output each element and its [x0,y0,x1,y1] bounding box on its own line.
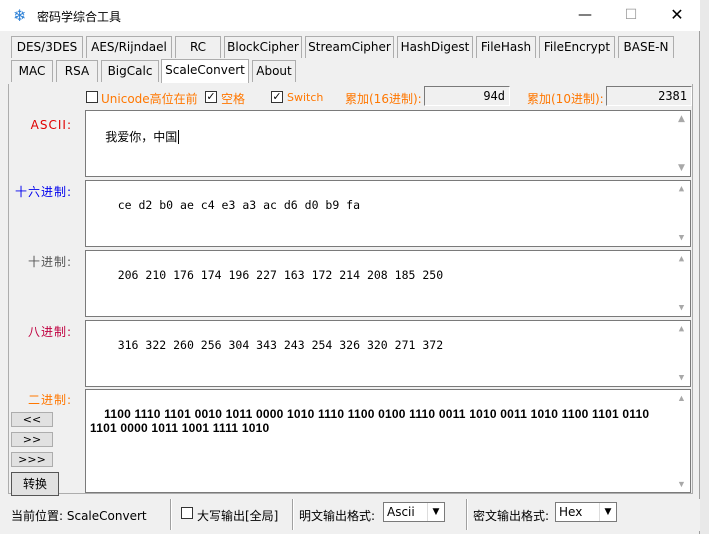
scroll-down-icon[interactable]: ▼ [674,231,689,245]
dec-scrollbar[interactable]: ▲ ▼ [674,252,689,315]
sum-dec-label: 累加(10进制): [527,92,604,106]
hex-textarea[interactable]: ce d2 b0 ae c4 e3 a3 ac d6 d0 b9 fa ▲ ▼ [85,180,691,247]
oct-textarea[interactable]: 316 322 260 256 304 343 243 254 326 320 … [85,320,691,387]
scroll-up-icon[interactable]: ▲ [674,252,689,266]
cipher-format-value: Hex [559,505,583,519]
title-bar: ❄ 密码学综合工具 — ☐ ✕ [0,0,700,31]
oct-text: 316 322 260 256 304 343 243 254 326 320 … [117,338,444,352]
bin-scrollbar[interactable]: ▲ ▼ [674,391,689,491]
tab-base-n[interactable]: BASE-N [618,36,674,58]
status-separator [170,499,172,530]
tab-bigcalc[interactable]: BigCalc [101,60,159,82]
next-button[interactable]: >> [11,432,53,447]
tab-rc[interactable]: RC [175,36,221,58]
scroll-up-icon[interactable]: ▲ [674,391,689,405]
scroll-up-icon[interactable]: ▲ [674,182,689,196]
maximize-button[interactable]: ☐ [608,0,654,31]
status-separator [292,499,294,530]
snowflake-icon: ❄ [13,6,27,25]
window-title: 密码学综合工具 [37,10,122,24]
cipher-format-select[interactable]: Hex ▼ [555,502,617,522]
scroll-down-icon[interactable]: ▼ [674,161,689,175]
minimize-button[interactable]: — [562,0,608,31]
bin-label: 二进制: [27,393,72,407]
scroll-up-icon[interactable]: ▲ [674,322,689,336]
current-position: 当前位置: ScaleConvert [11,509,147,523]
tab-about[interactable]: About [252,60,296,82]
tab-filehash[interactable]: FileHash [476,36,536,58]
tab-rsa[interactable]: RSA [56,60,98,82]
hex-label: 十六进制: [14,185,72,199]
sum-hex-value: 94d [424,86,510,106]
prev-button[interactable]: << [11,412,53,427]
chevron-down-icon[interactable]: ▼ [599,503,616,521]
tab-scaleconvert[interactable]: ScaleConvert [161,59,249,83]
dec-textarea[interactable]: 206 210 176 174 196 227 163 172 214 208 … [85,250,691,317]
chevron-down-icon[interactable]: ▼ [427,503,444,521]
main-window: ❄ 密码学综合工具 — ☐ ✕ DES/3DES AES/Rijndael RC… [0,0,700,534]
scroll-down-icon[interactable]: ▼ [674,371,689,385]
unicode-high-first-checkbox[interactable] [86,91,98,103]
dec-text: 206 210 176 174 196 227 163 172 214 208 … [117,268,444,282]
tab-des-3des[interactable]: DES/3DES [11,36,83,58]
hex-scrollbar[interactable]: ▲ ▼ [674,182,689,245]
status-separator [466,499,468,530]
bin-text: 1100 1110 1101 0010 1011 0000 1010 1110 … [90,407,653,435]
ascii-text: 我爱你，中国 [105,130,178,144]
tab-streamcipher[interactable]: StreamCipher [305,36,394,58]
switch-label: Switch [287,91,324,104]
switch-checkbox[interactable]: ✓ [271,91,283,103]
sum-hex-label: 累加(16进制): [345,92,422,106]
unicode-high-first-label: Unicode高位在前 [101,92,198,106]
ascii-scrollbar[interactable]: ▲ ▼ [674,112,689,175]
last-button[interactable]: >>> [11,452,53,467]
background-window-edge [700,0,709,534]
tab-blockcipher[interactable]: BlockCipher [224,36,302,58]
oct-scrollbar[interactable]: ▲ ▼ [674,322,689,385]
tab-fileencrypt[interactable]: FileEncrypt [539,36,615,58]
scroll-down-icon[interactable]: ▼ [674,477,689,491]
space-label: 空格 [221,92,246,106]
tab-hashdigest[interactable]: HashDigest [397,36,473,58]
oct-label: 八进制: [27,325,72,339]
plain-format-select[interactable]: Ascii ▼ [383,502,445,522]
bin-textarea[interactable]: 1100 1110 1101 0010 1011 0000 1010 1110 … [85,389,691,493]
convert-button[interactable]: 转换 [11,472,59,496]
cipher-format-label: 密文输出格式: [473,509,550,523]
hex-text: ce d2 b0 ae c4 e3 a3 ac d6 d0 b9 fa [117,198,361,212]
plain-format-value: Ascii [387,505,415,519]
tab-aes-rijndael[interactable]: AES/Rijndael [86,36,172,58]
uppercase-output-checkbox[interactable] [181,507,193,519]
ascii-textarea[interactable]: 我爱你，中国 ▲ ▼ [85,110,691,177]
ascii-label: ASCII: [30,118,72,132]
uppercase-output-label: 大写输出[全局] [197,509,279,523]
tab-mac[interactable]: MAC [11,60,53,82]
scroll-down-icon[interactable]: ▼ [674,301,689,315]
sum-dec-value: 2381 [606,86,692,106]
dec-label: 十进制: [27,255,72,269]
close-button[interactable]: ✕ [654,0,700,31]
plain-format-label: 明文输出格式: [299,509,376,523]
space-checkbox[interactable]: ✓ [205,91,217,103]
scroll-up-icon[interactable]: ▲ [674,112,689,126]
